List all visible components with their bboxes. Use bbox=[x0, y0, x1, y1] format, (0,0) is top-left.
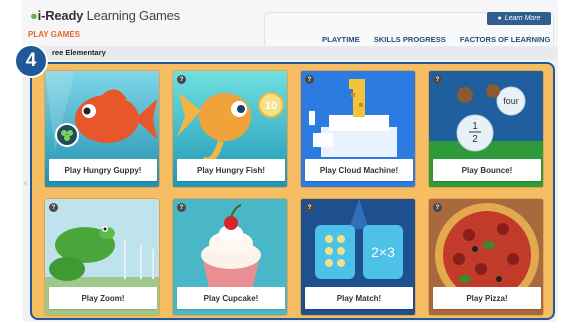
logo-dot-icon: ● bbox=[30, 8, 38, 23]
game-tile-bounce[interactable]: 1 2 four ? Play Bounce! bbox=[428, 70, 544, 188]
tile-label: Play Cupcake! bbox=[177, 287, 285, 309]
games-panel: Play Hungry Guppy! 10 ? Play Hungry Fish… bbox=[30, 62, 555, 320]
nav-playtime[interactable]: PLAYTIME bbox=[322, 35, 360, 44]
tile-label: Play Hungry Fish! bbox=[177, 159, 285, 181]
help-icon[interactable]: ? bbox=[49, 203, 58, 212]
tile-label: Play Cloud Machine! bbox=[305, 159, 413, 181]
tile-label: Play Bounce! bbox=[433, 159, 541, 181]
game-tile-hungry-guppy[interactable]: Play Hungry Guppy! bbox=[44, 70, 160, 188]
fraction-denominator: 2 bbox=[472, 134, 478, 145]
logo-brand: i-Ready bbox=[37, 8, 84, 23]
learn-more-label: Learn More bbox=[504, 15, 541, 22]
help-circle-icon: ● bbox=[497, 15, 502, 22]
step-number-badge: 4 bbox=[14, 44, 48, 78]
app-window: ●i-Ready Learning Games PLAY GAMES ● Lear… bbox=[22, 0, 558, 322]
bubble-number: 10 bbox=[265, 100, 277, 112]
match-expression: 2×3 bbox=[371, 244, 395, 260]
help-icon[interactable]: ? bbox=[305, 75, 314, 84]
balloon-word: four bbox=[503, 96, 519, 106]
top-bar: ●i-Ready Learning Games PLAY GAMES ● Lear… bbox=[22, 0, 558, 50]
top-nav: PLAYTIME SKILLS PROGRESS FACTORS OF LEAR… bbox=[322, 35, 550, 44]
tile-label: Play Hungry Guppy! bbox=[49, 159, 157, 181]
nav-skills-progress[interactable]: SKILLS PROGRESS bbox=[374, 35, 446, 44]
help-icon[interactable]: ? bbox=[433, 75, 442, 84]
game-tile-match[interactable]: 2×3 ? Play Match! bbox=[300, 198, 416, 316]
game-tile-cloud-machine[interactable]: ? Play Cloud Machine! bbox=[300, 70, 416, 188]
nav-factors-of-learning[interactable]: FACTORS OF LEARNING bbox=[460, 35, 551, 44]
fraction-numerator: 1 bbox=[472, 121, 478, 132]
game-tile-pizza[interactable]: ? Play Pizza! bbox=[428, 198, 544, 316]
learn-more-button[interactable]: ● Learn More bbox=[487, 12, 551, 25]
section-title: PLAY GAMES bbox=[28, 30, 81, 39]
app-logo[interactable]: ●i-Ready Learning Games bbox=[30, 8, 180, 23]
help-icon[interactable]: ? bbox=[177, 75, 186, 84]
help-icon[interactable]: ? bbox=[177, 203, 186, 212]
school-name: ree Elementary bbox=[52, 48, 106, 57]
tile-label: Play Match! bbox=[305, 287, 413, 309]
tile-label: Play Zoom! bbox=[49, 287, 157, 309]
game-tile-cupcake[interactable]: ? Play Cupcake! bbox=[172, 198, 288, 316]
scroll-left-icon[interactable]: ‹ bbox=[24, 178, 30, 194]
tile-label: Play Pizza! bbox=[433, 287, 541, 309]
game-tile-zoom[interactable]: ? Play Zoom! bbox=[44, 198, 160, 316]
game-tile-hungry-fish[interactable]: 10 ? Play Hungry Fish! bbox=[172, 70, 288, 188]
help-icon[interactable]: ? bbox=[433, 203, 442, 212]
help-icon[interactable]: ? bbox=[305, 203, 314, 212]
logo-suffix: Learning Games bbox=[86, 8, 181, 23]
